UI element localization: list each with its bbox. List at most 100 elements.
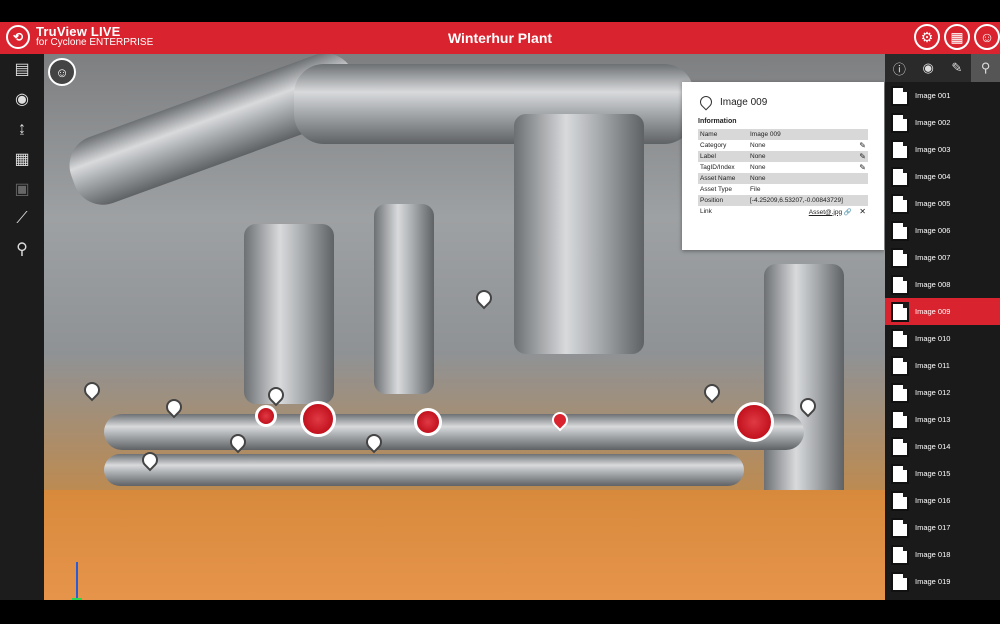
location-pin-icon: [697, 93, 715, 111]
pipe: [514, 114, 644, 354]
table-row: Asset Name None: [698, 173, 868, 184]
eye-icon[interactable]: ◉: [0, 84, 44, 114]
image-thumbnail-icon: [891, 166, 909, 187]
image-thumbnail-icon: [891, 301, 909, 322]
list-item[interactable]: Image 008: [885, 271, 1000, 298]
list-item-label: Image 009: [915, 307, 951, 316]
edit-icon[interactable]: ✎: [854, 162, 868, 173]
table-row: Link Asset@.jpg 🔗 ✕: [698, 206, 868, 217]
table-row: Label None ✎: [698, 151, 868, 162]
image-thumbnail-icon: [891, 490, 909, 511]
list-item-label: Image 001: [915, 91, 951, 100]
ruler-icon[interactable]: ⟋: [0, 204, 44, 234]
measure-height-icon[interactable]: ↨: [0, 114, 44, 144]
location-pin-icon[interactable]: [700, 380, 724, 404]
list-item[interactable]: Image 011: [885, 352, 1000, 379]
image-thumbnail-icon: [891, 382, 909, 403]
info-title: Image 009: [720, 96, 768, 108]
list-item[interactable]: Image 010: [885, 325, 1000, 352]
pipe: [104, 414, 804, 450]
list-item-label: Image 012: [915, 388, 951, 397]
table-row: Name Image 009: [698, 129, 868, 140]
image-thumbnail-icon: [891, 139, 909, 160]
list-item[interactable]: Image 004: [885, 163, 1000, 190]
image-thumbnail-icon: [891, 193, 909, 214]
image-thumbnail-icon: [891, 85, 909, 106]
list-item-label: Image 006: [915, 226, 951, 235]
list-item-label: Image 017: [915, 523, 951, 532]
image-thumbnail-icon: [891, 247, 909, 268]
list-item[interactable]: Image 017: [885, 514, 1000, 541]
list-item-label: Image 015: [915, 469, 951, 478]
pipe: [104, 454, 744, 486]
image-thumbnail-icon: [891, 274, 909, 295]
pipe: [244, 224, 334, 404]
image-thumbnail-icon: [891, 436, 909, 457]
person-view-icon[interactable]: ☺: [48, 58, 76, 86]
list-item-label: Image 005: [915, 199, 951, 208]
panorama-viewer[interactable]: ☺ Image 009 Information Name Image 009 Ca…: [44, 54, 885, 600]
scan-position-marker[interactable]: [734, 402, 774, 442]
list-item[interactable]: Image 006: [885, 217, 1000, 244]
info-table: Name Image 009 Category None ✎ Label None ✎ T…: [698, 129, 868, 217]
edit-icon[interactable]: ✎: [854, 151, 868, 162]
axis-gizmo: [76, 562, 78, 600]
pin-icon[interactable]: ⚲: [971, 54, 1000, 82]
image-list: Image 001 Image 002 Image 003 Image 004 Imag…: [885, 82, 1000, 595]
table-row: Category None ✎: [700, 140, 868, 151]
location-pin-icon[interactable]: [80, 378, 104, 402]
layers-icon[interactable]: ▦: [0, 144, 44, 174]
settings-icon[interactable]: ⚙: [914, 24, 940, 50]
list-item-label: Image 013: [915, 415, 951, 424]
image-thumbnail-icon: [891, 544, 909, 565]
top-bar: ⟲ TruView LIVE for Cyclone ENTERPRISE Wi…: [0, 22, 1000, 54]
link-icon[interactable]: 🔗: [844, 209, 852, 216]
edit-icon[interactable]: ✎: [854, 140, 868, 151]
list-item[interactable]: Image 012: [885, 379, 1000, 406]
clipping-icon[interactable]: ⚲: [0, 234, 44, 264]
user-icon[interactable]: ☺: [974, 24, 1000, 50]
pencil-icon[interactable]: ✎: [943, 54, 972, 82]
info-section-heading: Information: [698, 118, 737, 125]
list-item-label: Image 007: [915, 253, 951, 262]
list-item-label: Image 019: [915, 577, 951, 586]
list-item[interactable]: Image 018: [885, 541, 1000, 568]
list-item[interactable]: Image 003: [885, 136, 1000, 163]
scan-position-marker[interactable]: [255, 405, 277, 427]
plant-title: Winterhur Plant: [447, 30, 553, 46]
list-item[interactable]: Image 002: [885, 109, 1000, 136]
list-item-label: Image 018: [915, 550, 951, 559]
cube-icon[interactable]: ▣: [0, 174, 44, 204]
close-icon[interactable]: ✕: [854, 206, 868, 217]
table-row: Asset Type File: [700, 186, 761, 193]
list-item-label: Image 011: [915, 361, 950, 370]
location-pin-icon[interactable]: [472, 286, 496, 310]
image-thumbnail-icon: [891, 328, 909, 349]
app-window: ⟲ TruView LIVE for Cyclone ENTERPRISE Wi…: [0, 22, 1000, 600]
image-thumbnail-icon: [891, 571, 909, 592]
list-item[interactable]: Image 001: [885, 82, 1000, 109]
map-icon[interactable]: ▤: [0, 54, 44, 84]
image-thumbnail-icon: [891, 409, 909, 430]
scan-position-marker[interactable]: [414, 408, 442, 436]
image-thumbnail-icon: [891, 463, 909, 484]
asset-link[interactable]: Asset@.jpg: [809, 209, 842, 216]
list-item[interactable]: Image 007: [885, 244, 1000, 271]
list-item-label: Image 014: [915, 442, 951, 451]
grid-icon[interactable]: ▦: [944, 24, 970, 50]
list-item-label: Image 010: [915, 334, 951, 343]
list-item[interactable]: Image 009: [885, 298, 1000, 325]
table-row: Position [-4.25209,6.53207,-0.00843729]: [698, 195, 868, 206]
list-item[interactable]: Image 005: [885, 190, 1000, 217]
list-item[interactable]: Image 016: [885, 487, 1000, 514]
image-thumbnail-icon: [891, 220, 909, 241]
list-item[interactable]: Image 013: [885, 406, 1000, 433]
scan-position-marker[interactable]: [300, 401, 336, 437]
list-item[interactable]: Image 019: [885, 568, 1000, 595]
list-item[interactable]: Image 015: [885, 460, 1000, 487]
list-item[interactable]: Image 014: [885, 433, 1000, 460]
axis-gizmo: [72, 598, 82, 600]
info-icon[interactable]: ⓘ: [885, 54, 914, 82]
right-panel: ⓘ ◉ ✎ ⚲ Image 001 Image 002 Image 003 Image…: [885, 54, 1000, 600]
eye-icon[interactable]: ◉: [914, 54, 943, 82]
